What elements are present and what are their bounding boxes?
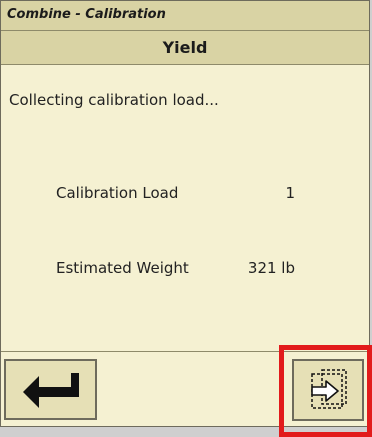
status-text: Collecting calibration load... (9, 91, 219, 109)
section-title: Yield (162, 38, 208, 57)
back-button[interactable] (4, 359, 97, 420)
estimated-weight-value: 321 lb (247, 259, 295, 277)
next-page-button[interactable] (292, 359, 364, 421)
calibration-load-label: Calibration Load (56, 184, 179, 202)
section-header: Yield (1, 31, 369, 65)
divider (1, 351, 369, 352)
calibration-load-value: 1 (285, 184, 295, 202)
app-title: Combine - Calibration (7, 7, 166, 22)
estimated-weight-label: Estimated Weight (56, 259, 189, 277)
return-arrow-icon (22, 372, 79, 408)
next-page-arrow-icon (311, 369, 347, 409)
calibration-screen: Combine - Calibration Yield Collecting c… (0, 0, 370, 427)
title-bar: Combine - Calibration (1, 1, 369, 31)
